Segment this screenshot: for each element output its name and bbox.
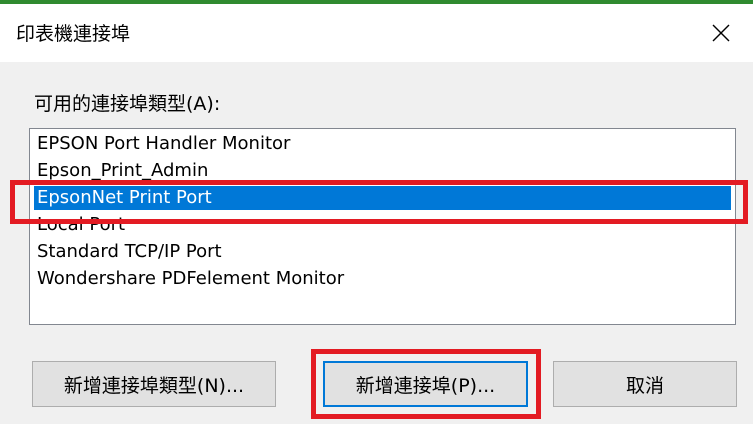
list-item[interactable]: Local Port bbox=[34, 213, 731, 237]
title-bar: 印表機連接埠 bbox=[0, 4, 753, 62]
close-button[interactable] bbox=[689, 4, 753, 62]
list-item[interactable]: Epson_Print_Admin bbox=[34, 159, 731, 183]
list-item-selected[interactable]: EpsonNet Print Port bbox=[34, 186, 731, 210]
dialog-title: 印表機連接埠 bbox=[16, 23, 131, 45]
port-types-label: 可用的連接埠類型(A): bbox=[34, 93, 221, 115]
cancel-button[interactable]: 取消 bbox=[553, 361, 737, 407]
port-types-listbox[interactable]: EPSON Port Handler Monitor Epson_Print_A… bbox=[29, 128, 736, 325]
new-port-button[interactable]: 新增連接埠(P)... bbox=[323, 361, 528, 407]
close-icon bbox=[712, 24, 730, 42]
list-item[interactable]: Standard TCP/IP Port bbox=[34, 240, 731, 264]
new-port-type-button[interactable]: 新增連接埠類型(N)... bbox=[32, 361, 276, 407]
list-item[interactable]: Wondershare PDFelement Monitor bbox=[34, 267, 731, 291]
list-item[interactable]: EPSON Port Handler Monitor bbox=[34, 132, 731, 156]
